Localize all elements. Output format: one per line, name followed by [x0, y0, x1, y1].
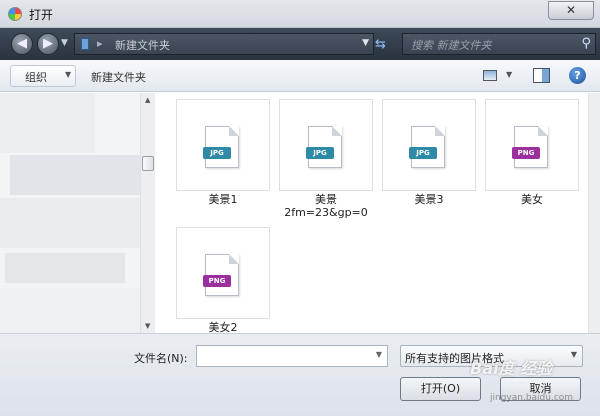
navigation-scrollbar[interactable]: ▲ ▼ [140, 93, 155, 333]
file-type-badge: JPG [203, 147, 231, 159]
file-thumbnail[interactable]: JPG [279, 99, 373, 191]
forward-button[interactable]: ▶ [37, 33, 59, 55]
file-name[interactable]: 美景3 [382, 193, 476, 206]
refresh-icon[interactable]: ⇆ [375, 37, 386, 52]
app-icon [8, 7, 22, 21]
file-item[interactable]: JPG 美景3 [382, 99, 476, 206]
scrollbar-thumb[interactable] [142, 156, 154, 171]
title-bar: 打开 ✕ [0, 0, 600, 28]
window-title: 打开 [29, 8, 54, 22]
png-file-icon: PNG [512, 126, 548, 168]
organize-label: 组织 [25, 71, 47, 84]
new-folder-button[interactable]: 新建文件夹 [91, 69, 146, 85]
breadcrumb-separator-icon[interactable]: ▸ [97, 37, 103, 50]
png-file-icon: PNG [203, 254, 239, 296]
file-type-badge: JPG [409, 147, 437, 159]
scroll-down-icon[interactable]: ▼ [145, 322, 150, 330]
file-name[interactable]: 美女 [485, 193, 579, 206]
file-name[interactable]: 美景 2fm=23&gp=0 [279, 193, 373, 219]
file-thumbnail[interactable]: JPG [382, 99, 476, 191]
recent-locations-dropdown-icon[interactable]: ▼ [61, 38, 68, 48]
chevron-down-icon: ▼ [65, 70, 72, 79]
watermark-url: jingyan.baidu.com [490, 393, 574, 403]
file-type-badge: PNG [203, 275, 231, 287]
file-item[interactable]: PNG 美女2 [176, 227, 270, 334]
change-view-icon[interactable] [483, 70, 497, 81]
open-button[interactable]: 打开(O) [400, 377, 481, 401]
file-thumbnail[interactable]: PNG [485, 99, 579, 191]
jpg-file-icon: JPG [306, 126, 342, 168]
filename-label: 文件名(N): [134, 352, 188, 365]
organize-button[interactable]: 组织 ▼ [10, 65, 76, 87]
filename-field[interactable]: ▼ [196, 345, 388, 367]
close-button[interactable]: ✕ [548, 1, 594, 20]
navigation-pane[interactable]: ▲ ▼ [0, 93, 155, 333]
search-input[interactable]: 搜索 新建文件夹 [411, 37, 492, 53]
address-path[interactable]: 新建文件夹 [115, 37, 170, 53]
address-bar[interactable]: ▸ 新建文件夹 ▼ [74, 33, 374, 55]
preview-pane-icon[interactable] [533, 68, 550, 83]
address-dropdown-icon[interactable]: ▼ [362, 38, 369, 48]
command-bar: 组织 ▼ 新建文件夹 ▼ ? [0, 60, 600, 92]
search-box[interactable]: 搜索 新建文件夹 ⚲ [402, 33, 596, 55]
file-item[interactable]: JPG 美景 2fm=23&gp=0 [279, 99, 373, 219]
file-list[interactable]: JPG 美景1 JPG 美景 2fm=23&gp=0 JPG 美景3 PNG 美… [156, 93, 588, 334]
file-item[interactable]: JPG 美景1 [176, 99, 270, 206]
jpg-file-icon: JPG [203, 126, 239, 168]
search-icon[interactable]: ⚲ [581, 36, 591, 51]
file-thumbnail[interactable]: PNG [176, 227, 270, 319]
file-type-badge: JPG [306, 147, 334, 159]
file-type-badge: PNG [512, 147, 540, 159]
filename-history-dropdown-icon[interactable]: ▼ [376, 350, 382, 359]
file-item[interactable]: PNG 美女 [485, 99, 579, 206]
scroll-up-icon[interactable]: ▲ [145, 96, 150, 104]
view-options-dropdown-icon[interactable]: ▼ [506, 70, 512, 79]
file-thumbnail[interactable]: JPG [176, 99, 270, 191]
back-button[interactable]: ◀ [11, 33, 33, 55]
jpg-file-icon: JPG [409, 126, 445, 168]
watermark-logo: Bai度 经验 [470, 359, 553, 378]
navigation-bar: ◀ ▶ ▼ ▸ 新建文件夹 ▼ ⇆ 搜索 新建文件夹 ⚲ [0, 28, 600, 60]
help-icon[interactable]: ? [569, 67, 586, 84]
folder-icon [81, 38, 89, 50]
file-name[interactable]: 美景1 [176, 193, 270, 206]
file-list-scrollbar[interactable] [588, 93, 600, 333]
chevron-down-icon[interactable]: ▼ [571, 350, 577, 359]
